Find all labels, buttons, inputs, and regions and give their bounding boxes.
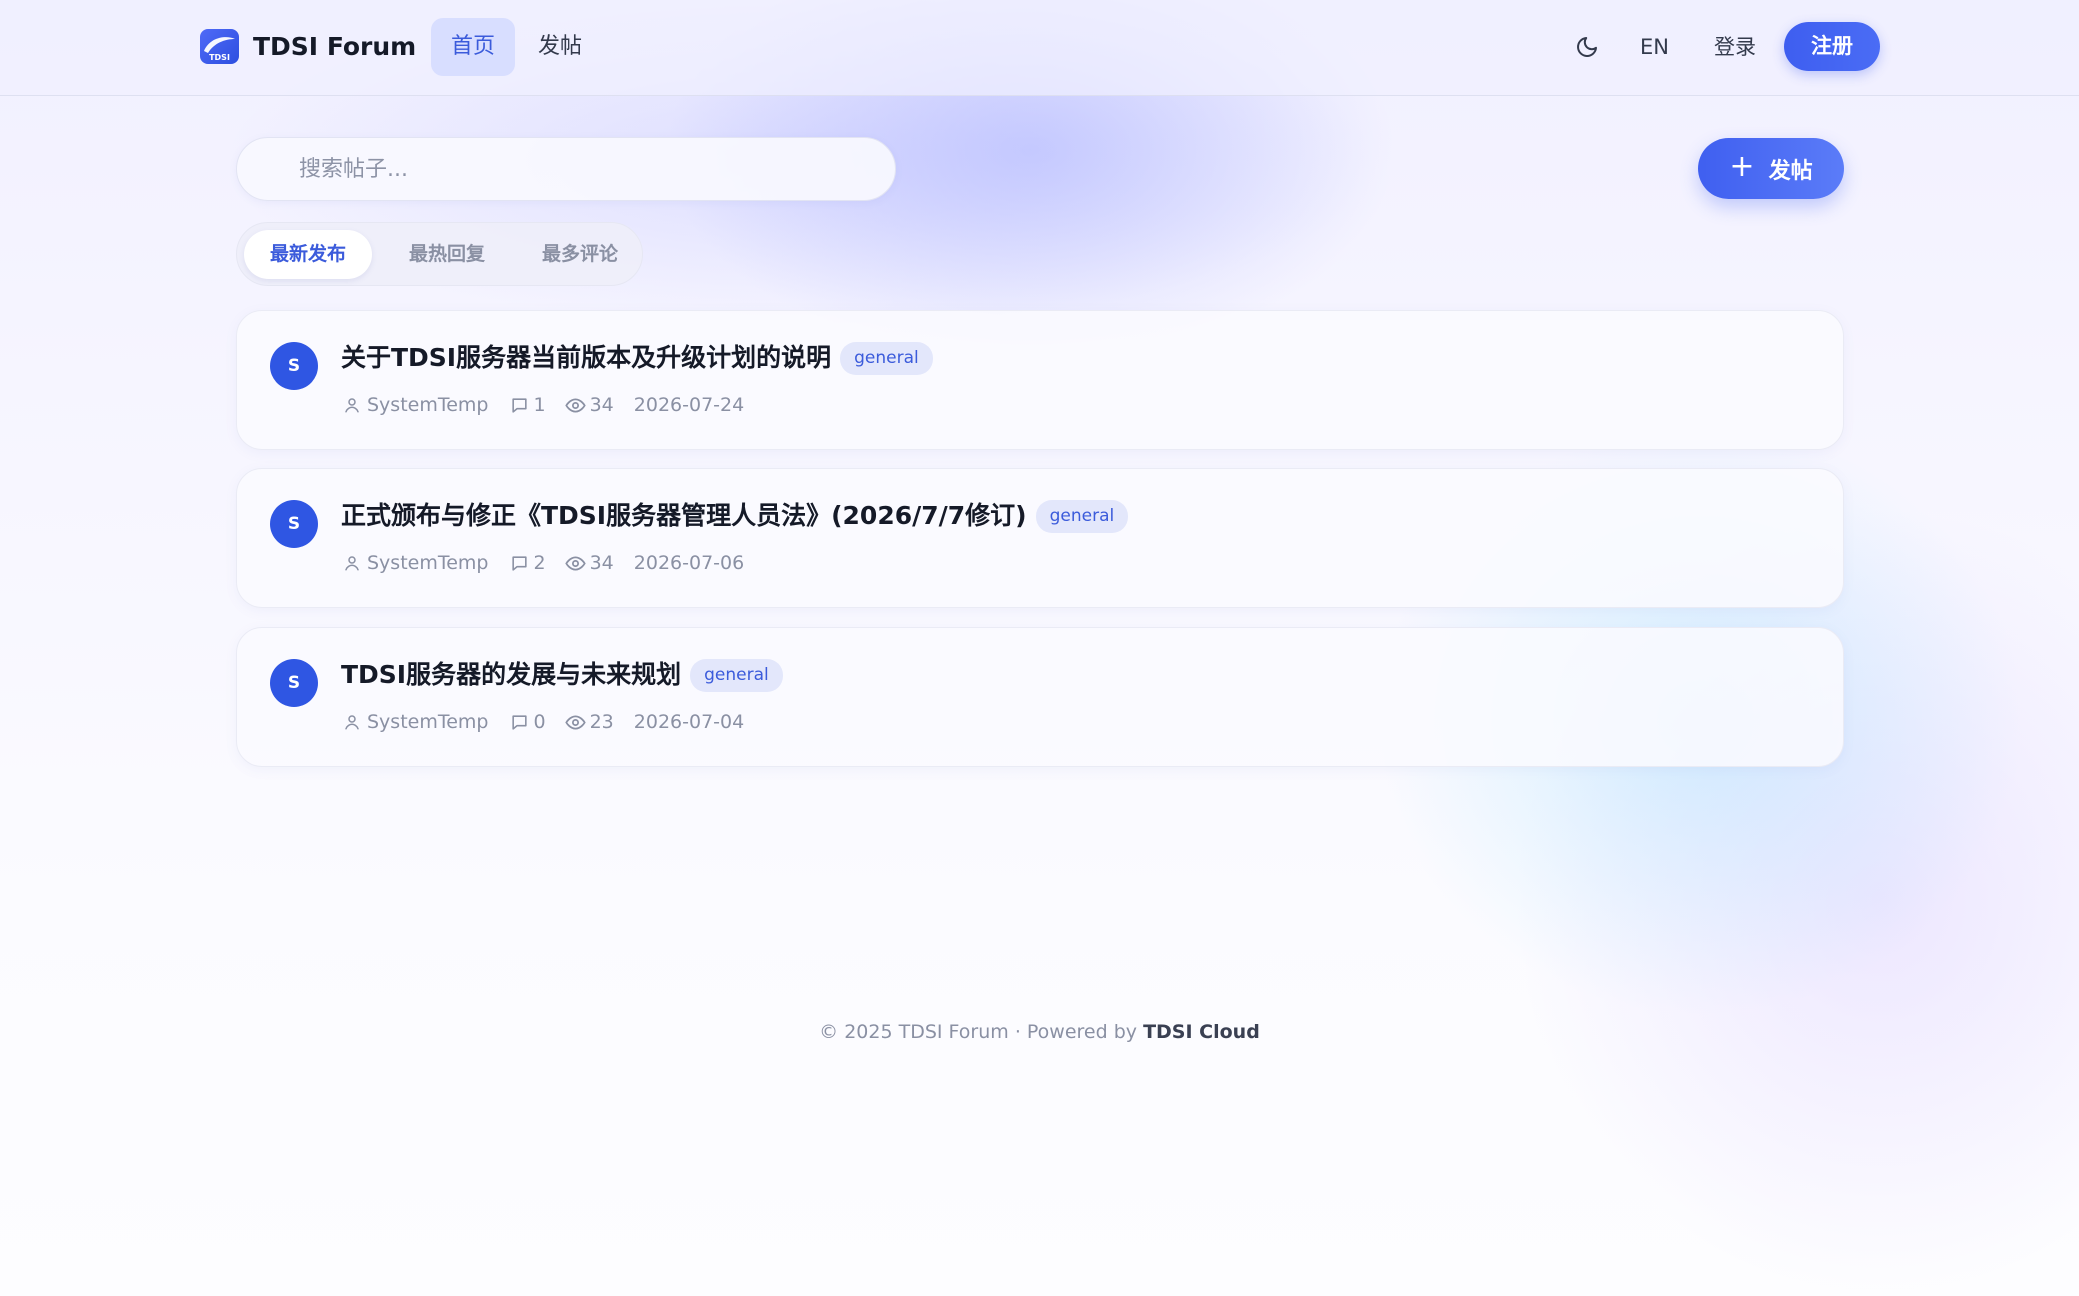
user-icon: [341, 711, 363, 733]
post-meta: SystemTemp 0 23 2026-07-04: [341, 708, 744, 736]
post-meta: SystemTemp 1 34 2026-07-24: [341, 391, 744, 419]
nav-post[interactable]: 发帖: [524, 18, 596, 76]
sort-tabs: 最新发布 最热回复 最多评论: [236, 222, 643, 286]
comment-count: 2: [533, 552, 546, 574]
footer: © 2025 TDSI Forum · Powered by TDSI Clou…: [0, 1018, 2079, 1046]
user-icon: [341, 394, 363, 416]
view-count: 23: [589, 711, 614, 733]
post-author[interactable]: SystemTemp: [367, 552, 489, 574]
brand-name[interactable]: TDSI Forum: [253, 30, 416, 64]
theme-toggle-button[interactable]: [1570, 30, 1604, 64]
compose-label: 发帖: [1768, 158, 1813, 184]
post-card[interactable]: S 关于TDSI服务器当前版本及升级计划的说明 general SystemTe…: [236, 310, 1844, 450]
post-meta: SystemTemp 2 34 2026-07-06: [341, 549, 744, 577]
nav-home[interactable]: 首页: [431, 18, 515, 76]
post-title-row: 正式颁布与修正《TDSI服务器管理人员法》(2026/7/7修订) genera…: [341, 498, 1129, 534]
post-title[interactable]: 正式颁布与修正《TDSI服务器管理人员法》(2026/7/7修订): [341, 498, 1027, 534]
comment-icon: [509, 711, 531, 733]
category-tag[interactable]: general: [1035, 499, 1129, 533]
view-count: 34: [589, 394, 614, 416]
avatar: S: [270, 342, 318, 390]
compose-button[interactable]: + 发帖: [1698, 138, 1844, 199]
post-author[interactable]: SystemTemp: [367, 711, 489, 733]
post-author[interactable]: SystemTemp: [367, 394, 489, 416]
search-box: [236, 137, 896, 201]
post-title-row: 关于TDSI服务器当前版本及升级计划的说明 general: [341, 340, 933, 376]
post-date: 2026-07-06: [633, 552, 745, 574]
logo-icon[interactable]: TDSI: [200, 29, 239, 64]
avatar: S: [270, 659, 318, 707]
post-title[interactable]: 关于TDSI服务器当前版本及升级计划的说明: [341, 340, 831, 376]
eye-icon: [565, 394, 587, 416]
footer-text: © 2025 TDSI Forum · Powered by: [819, 1021, 1144, 1043]
post-title-row: TDSI服务器的发展与未来规划 general: [341, 657, 783, 693]
language-toggle[interactable]: EN: [1640, 30, 1669, 64]
post-card[interactable]: S 正式颁布与修正《TDSI服务器管理人员法》(2026/7/7修订) gene…: [236, 468, 1844, 608]
comment-icon: [509, 552, 531, 574]
post-date: 2026-07-24: [633, 394, 745, 416]
eye-icon: [565, 711, 587, 733]
tab-latest[interactable]: 最新发布: [244, 230, 372, 279]
login-link[interactable]: 登录: [1714, 30, 1756, 64]
category-tag[interactable]: general: [840, 341, 933, 375]
avatar: S: [270, 500, 318, 548]
eye-icon: [565, 552, 587, 574]
moon-icon: [1577, 37, 1597, 57]
signup-button[interactable]: 注册: [1784, 22, 1880, 71]
comment-icon: [509, 394, 531, 416]
tab-hot-replies[interactable]: 最热回复: [385, 230, 509, 279]
logo-text: TDSI: [209, 53, 230, 62]
post-date: 2026-07-04: [633, 711, 745, 733]
top-navbar: TDSI TDSI Forum 首页 发帖 EN 登录 注册: [0, 0, 2079, 96]
post-card[interactable]: S TDSI服务器的发展与未来规划 general SystemTemp 0 2…: [236, 627, 1844, 767]
view-count: 34: [589, 552, 614, 574]
comment-count: 1: [533, 394, 546, 416]
tab-most-comments[interactable]: 最多评论: [518, 230, 642, 279]
search-input[interactable]: [299, 138, 879, 200]
plus-icon: +: [1729, 149, 1755, 184]
category-tag[interactable]: general: [690, 658, 783, 692]
post-title[interactable]: TDSI服务器的发展与未来规划: [341, 657, 681, 693]
footer-link[interactable]: TDSI Cloud: [1143, 1021, 1260, 1043]
user-icon: [341, 552, 363, 574]
comment-count: 0: [533, 711, 546, 733]
